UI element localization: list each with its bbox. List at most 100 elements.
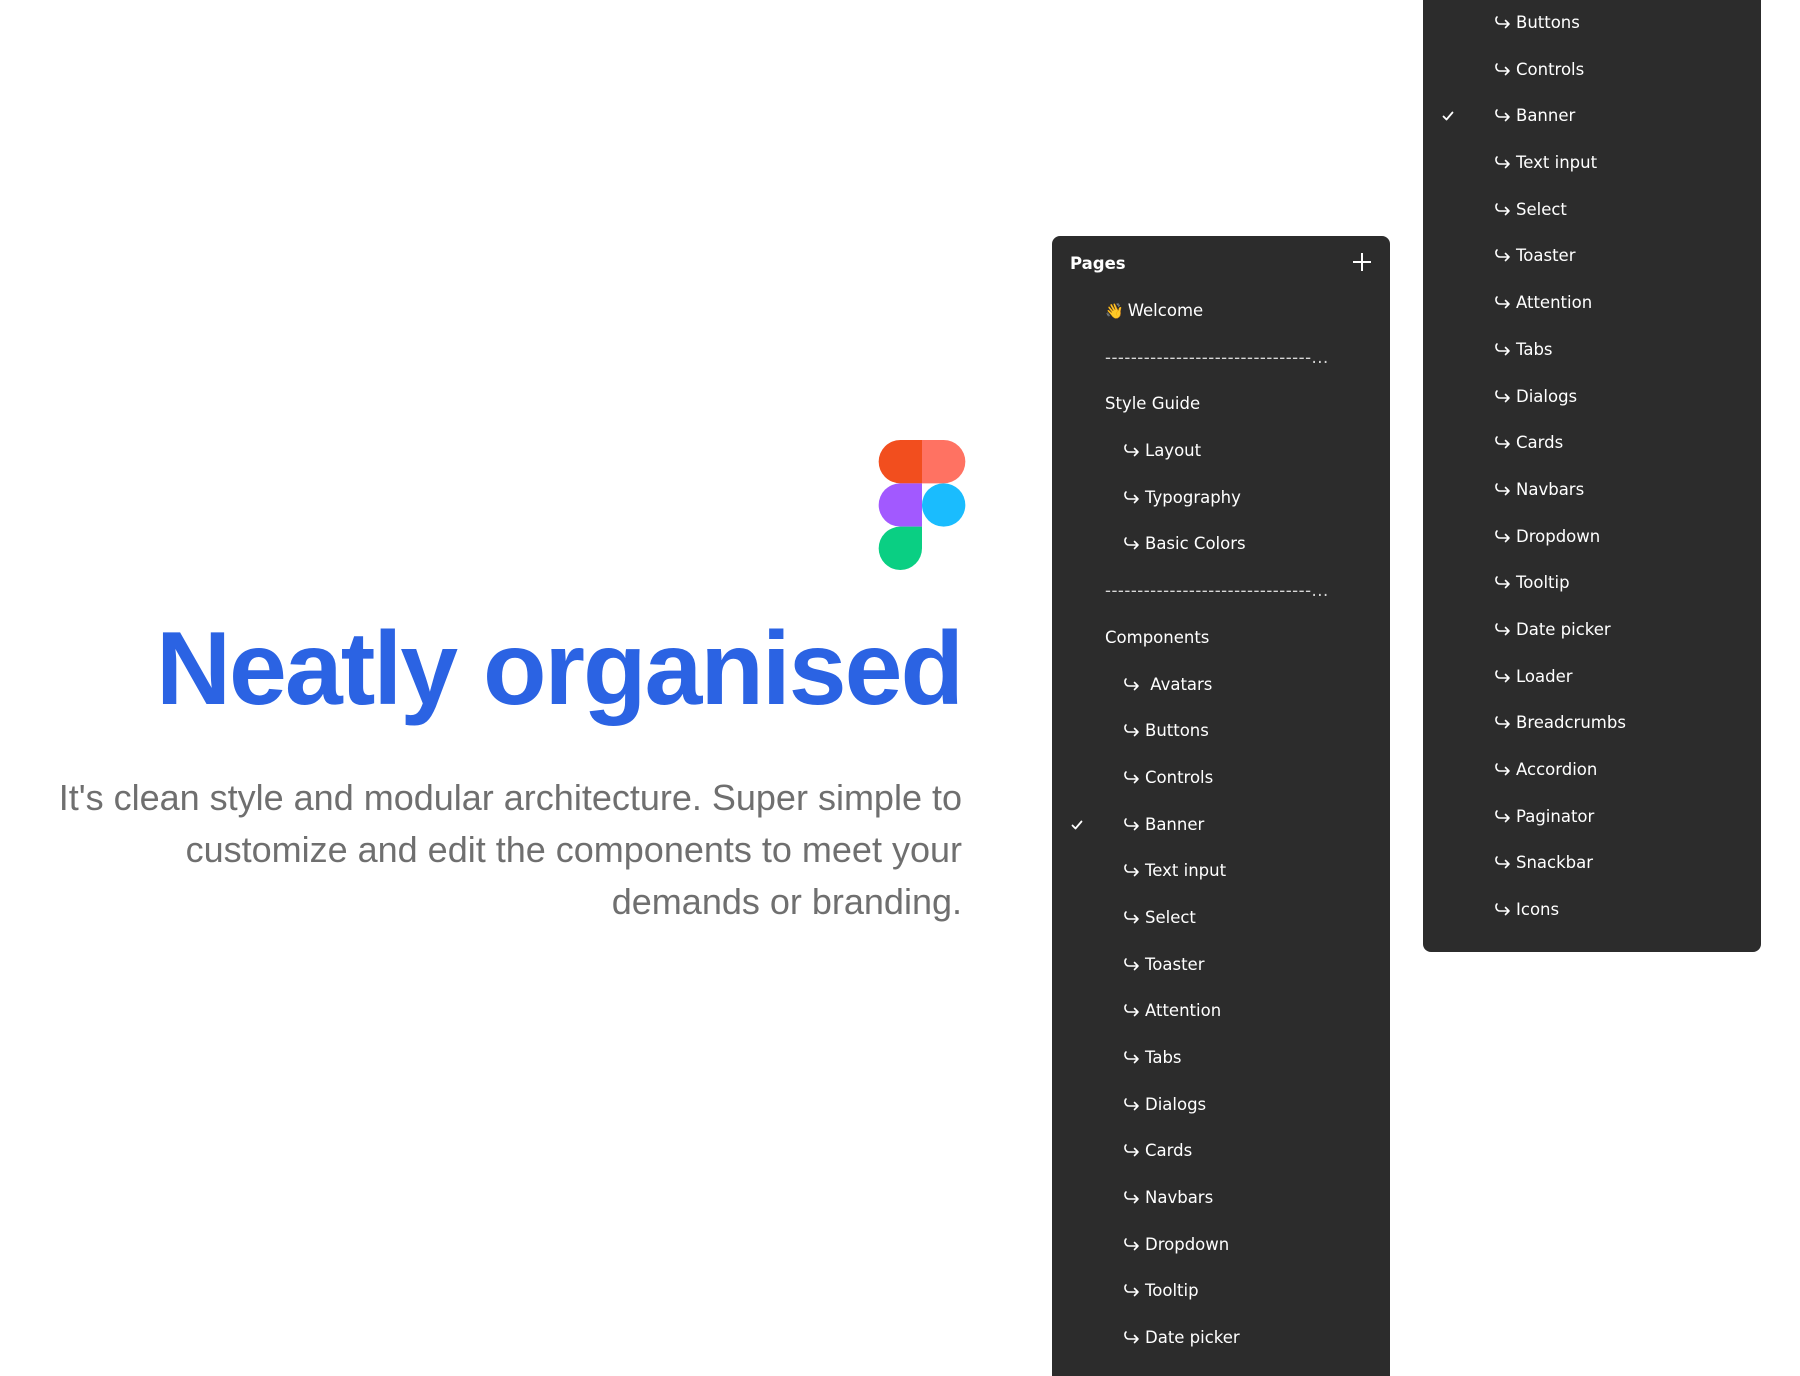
page-item[interactable]: Buttons: [1423, 0, 1761, 47]
page-separator[interactable]: --------------------------------...: [1052, 568, 1390, 615]
page-item[interactable]: Select: [1423, 187, 1761, 234]
page-item-label: Icons: [1516, 900, 1560, 920]
page-item-content: Attention: [1494, 280, 1592, 327]
page-item-label: Navbars: [1516, 479, 1585, 499]
page-item[interactable]: Text input: [1052, 848, 1390, 895]
page-item[interactable]: Toaster: [1423, 233, 1761, 280]
page-item[interactable]: Buttons: [1052, 708, 1390, 755]
page-item[interactable]: Dialogs: [1423, 374, 1761, 421]
page-item-content: Text input: [1494, 140, 1597, 187]
page-separator[interactable]: --------------------------------...: [1052, 335, 1390, 382]
child-page-arrow-icon: [1124, 1051, 1139, 1064]
child-page-arrow-icon: [1495, 716, 1510, 729]
page-item-content: Breadcrumbs: [1494, 700, 1626, 747]
page-item[interactable]: Avatars: [1052, 662, 1390, 709]
page-item[interactable]: Accordion: [1423, 747, 1761, 794]
logo-salmon-segment: [922, 440, 966, 484]
page-item[interactable]: Text input: [1423, 140, 1761, 187]
page-item[interactable]: Layout: [1052, 428, 1390, 475]
page-item-label: Dialogs: [1516, 386, 1578, 406]
page-item[interactable]: Tooltip: [1052, 1268, 1390, 1315]
page-item-label: Tooltip: [1516, 573, 1570, 593]
page-item[interactable]: Icons: [1423, 887, 1761, 934]
page-item[interactable]: Dialogs: [1052, 1082, 1390, 1129]
page-item-label: Dialogs: [1145, 1094, 1207, 1114]
page-item[interactable]: Breadcrumbs: [1423, 700, 1761, 747]
page-item[interactable]: Dropdown: [1423, 514, 1761, 561]
page-item[interactable]: Tooltip: [1423, 560, 1761, 607]
page-item[interactable]: Banner: [1423, 93, 1761, 140]
page-item-label: Banner: [1516, 106, 1576, 126]
child-page-arrow-icon: [1495, 202, 1510, 216]
page-item[interactable]: Attention: [1423, 280, 1761, 327]
page-item-label: Toaster: [1516, 246, 1576, 266]
page-item[interactable]: Navbars: [1423, 467, 1761, 514]
child-page-arrow-icon: [1495, 436, 1510, 449]
page-item-content: Buttons: [1123, 708, 1209, 755]
page-item-label: Attention: [1516, 293, 1593, 313]
child-page-arrow-icon: [1495, 529, 1510, 542]
page-item-content: Dialogs: [1494, 374, 1577, 421]
page-item[interactable]: Components: [1052, 615, 1390, 662]
page-item[interactable]: Banner: [1052, 802, 1390, 849]
page-item-content: Toaster: [1123, 942, 1204, 989]
page-item[interactable]: Style Guide: [1052, 381, 1390, 428]
logo-red-segment: [878, 440, 922, 484]
page-item[interactable]: Tabs: [1052, 1035, 1390, 1082]
page-item-label: Cards: [1516, 433, 1564, 453]
page-item[interactable]: Controls: [1423, 47, 1761, 94]
page-item[interactable]: Controls: [1052, 755, 1390, 802]
page-item-content: --------------------------------...: [1105, 568, 1355, 615]
page-item[interactable]: Select: [1052, 895, 1390, 942]
page-item[interactable]: Paginator: [1423, 794, 1761, 841]
page-item-label: Cards: [1145, 1141, 1193, 1161]
child-page-arrow-icon: [1124, 817, 1139, 830]
headline: Neatly organised: [155, 611, 964, 727]
page-item-label: Tooltip: [1145, 1281, 1199, 1301]
page-item[interactable]: Basic Colors: [1052, 521, 1390, 568]
child-page-arrow-icon: [1495, 389, 1510, 402]
page-item[interactable]: Date picker: [1052, 1315, 1390, 1362]
page-item[interactable]: Date picker: [1423, 607, 1761, 654]
child-page-arrow-icon: [1124, 1191, 1139, 1204]
page-item[interactable]: Loader: [1423, 654, 1761, 701]
page-item[interactable]: Cards: [1052, 1128, 1390, 1175]
page-item-label: Components: [1105, 627, 1210, 647]
page-item-content: Icons: [1494, 887, 1559, 934]
pages-panel-continued: Buttons Controls Banner Text input Select Toa…: [1423, 0, 1761, 952]
child-page-arrow-icon: [1495, 576, 1510, 589]
page-item-label: Buttons: [1516, 13, 1580, 32]
checkmark-icon: [1071, 820, 1083, 829]
page-item-content: Snackbar: [1494, 840, 1593, 887]
page-item[interactable]: 👋 Welcome: [1052, 288, 1390, 335]
page-item[interactable]: Dropdown: [1052, 1222, 1390, 1269]
page-item[interactable]: Tabs: [1423, 327, 1761, 374]
page-item-content: 👋 Welcome: [1105, 288, 1203, 335]
page-item-label: Breadcrumbs: [1516, 713, 1626, 733]
page-item[interactable]: Navbars: [1052, 1175, 1390, 1222]
child-page-arrow-icon: [1495, 62, 1510, 75]
child-page-arrow-icon: [1495, 249, 1510, 262]
page-item-label: Tabs: [1145, 1048, 1182, 1067]
page-item-content: Banner: [1123, 802, 1204, 849]
child-page-arrow-icon: [1495, 763, 1510, 776]
page-item[interactable]: Toaster: [1052, 942, 1390, 989]
page-item[interactable]: Snackbar: [1423, 840, 1761, 887]
page-item[interactable]: Cards: [1423, 420, 1761, 467]
page-item-content: Dropdown: [1494, 514, 1600, 561]
child-page-arrow-icon: [1124, 771, 1139, 784]
page-item[interactable]: Attention: [1052, 988, 1390, 1035]
page-item-label: Layout: [1145, 441, 1202, 461]
page-item-content: Paginator: [1494, 794, 1594, 841]
page-item-content: Attention: [1123, 988, 1221, 1035]
page-item[interactable]: Typography: [1052, 475, 1390, 522]
page-item-label: Style Guide: [1105, 394, 1201, 414]
page-item-label: Attention: [1145, 1001, 1222, 1021]
child-page-arrow-icon: [1124, 444, 1139, 457]
plus-icon[interactable]: [1352, 252, 1372, 272]
child-page-arrow-icon: [1495, 809, 1510, 822]
page-item-content: --------------------------------...: [1105, 335, 1355, 382]
pages-panel: Pages 👋 Welcome --------------------------…: [1052, 236, 1390, 1376]
page-item-label: Tabs: [1516, 339, 1553, 359]
child-page-arrow-icon: [1124, 1284, 1139, 1297]
